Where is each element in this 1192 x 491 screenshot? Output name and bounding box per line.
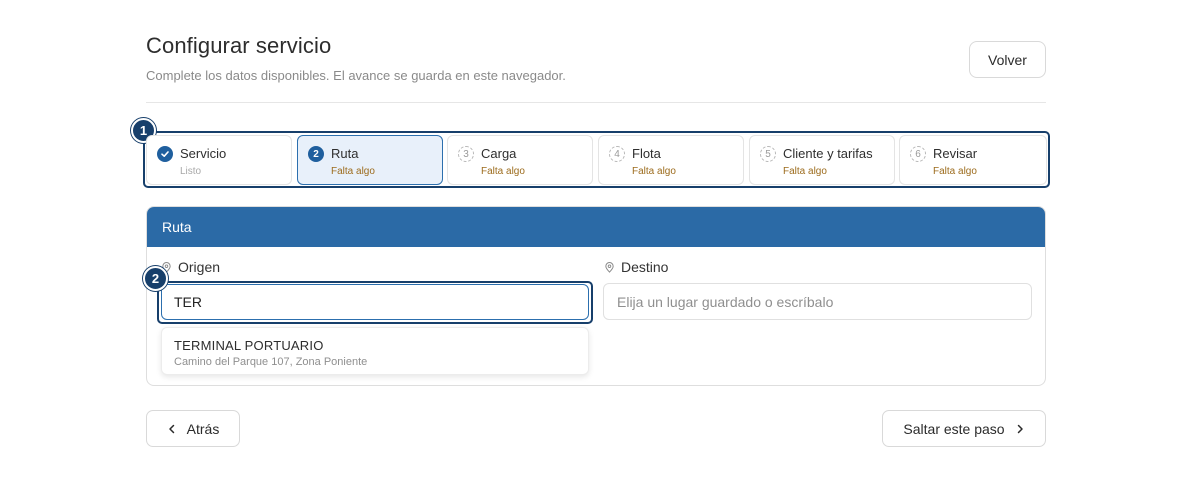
back-button[interactable]: Volver bbox=[969, 41, 1046, 78]
step-servicio[interactable]: Servicio Listo bbox=[146, 135, 292, 185]
header-divider bbox=[146, 102, 1046, 103]
step-number: 4 bbox=[609, 146, 625, 162]
destination-label: Destino bbox=[604, 259, 668, 275]
chevron-right-icon bbox=[1017, 424, 1023, 433]
step-number: 6 bbox=[910, 146, 926, 162]
step-status: Falta algo bbox=[632, 166, 676, 177]
suggestion-address: Camino del Parque 107, Zona Poniente bbox=[174, 356, 368, 368]
skip-step-label: Saltar este paso bbox=[903, 420, 1005, 437]
step-flota[interactable]: 4 Flota Falta algo bbox=[598, 135, 744, 185]
origin-label: Origen bbox=[161, 259, 220, 275]
destination-label-text: Destino bbox=[621, 259, 669, 275]
annotation-marker-2: 2 bbox=[143, 266, 168, 291]
destination-input[interactable] bbox=[603, 283, 1032, 320]
step-status: Falta algo bbox=[783, 166, 827, 177]
step-cliente-y-tarifas[interactable]: 5 Cliente y tarifas Falta algo bbox=[749, 135, 895, 185]
page-title: Configurar servicio bbox=[146, 33, 332, 58]
step-ruta[interactable]: 2 Ruta Falta algo bbox=[297, 135, 443, 185]
route-card-title: Ruta bbox=[147, 207, 1045, 247]
step-title: Carga bbox=[481, 146, 517, 161]
map-pin-icon bbox=[605, 261, 614, 273]
previous-step-button[interactable]: Atrás bbox=[146, 410, 240, 447]
chevron-left-icon bbox=[168, 424, 174, 433]
suggestion-name: TERMINAL PORTUARIO bbox=[174, 338, 324, 353]
step-carga[interactable]: 3 Carga Falta algo bbox=[447, 135, 593, 185]
step-status: Falta algo bbox=[331, 166, 375, 177]
step-status: Falta algo bbox=[481, 166, 525, 177]
step-title: Cliente y tarifas bbox=[783, 146, 873, 161]
skip-step-button[interactable]: Saltar este paso bbox=[882, 410, 1046, 447]
step-title: Servicio bbox=[180, 146, 227, 161]
step-number: 2 bbox=[308, 146, 324, 162]
step-number: 5 bbox=[760, 146, 776, 162]
origin-suggestion-item[interactable]: TERMINAL PORTUARIO Camino del Parque 107… bbox=[161, 327, 589, 375]
step-status: Falta algo bbox=[933, 166, 977, 177]
page-subtitle: Complete los datos disponibles. El avanc… bbox=[146, 68, 566, 83]
step-revisar[interactable]: 6 Revisar Falta algo bbox=[899, 135, 1047, 185]
step-title: Revisar bbox=[933, 146, 978, 161]
origin-label-text: Origen bbox=[178, 259, 221, 275]
previous-step-label: Atrás bbox=[186, 420, 220, 437]
step-number: 3 bbox=[458, 146, 474, 162]
check-icon bbox=[157, 146, 173, 162]
step-status: Listo bbox=[180, 166, 202, 177]
step-title: Ruta bbox=[331, 146, 359, 161]
step-title: Flota bbox=[632, 146, 661, 161]
origin-input[interactable] bbox=[161, 284, 589, 320]
